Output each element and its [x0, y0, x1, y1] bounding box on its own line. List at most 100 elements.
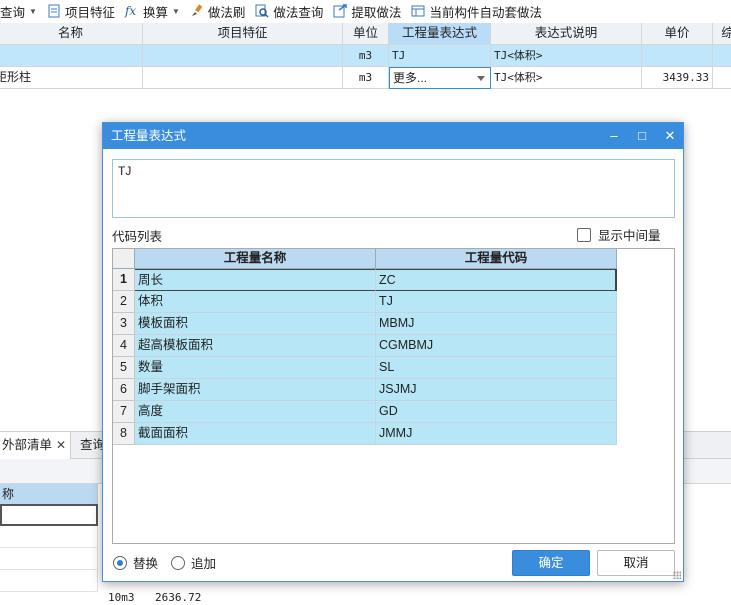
cancel-button[interactable]: 取消 — [597, 550, 675, 576]
method-query-label: 做法查询 — [273, 5, 324, 20]
bottom-row[interactable] — [0, 526, 98, 548]
bottom-col-header[interactable]: 称 — [0, 484, 98, 504]
cell-name[interactable] — [0, 45, 143, 67]
row-number[interactable]: 6 — [113, 379, 135, 401]
grid-header-row: 名称 项目特征 单位 工程量表达式 表达式说明 单价 综 — [0, 23, 731, 45]
bottom-unit: 10m3 — [108, 591, 135, 604]
item-feature-label: 项目特征 — [64, 5, 115, 20]
extract-method-button[interactable]: 提取做法 — [329, 0, 407, 22]
quantity-code-cell[interactable]: GD — [376, 401, 617, 423]
maximize-icon[interactable]: □ — [631, 123, 653, 149]
close-icon[interactable]: ✕ — [56, 438, 66, 452]
minimize-icon[interactable]: – — [603, 123, 625, 149]
col-header-quantity-code[interactable]: 工程量代码 — [376, 249, 617, 269]
bottom-price: 2636.72 — [155, 591, 202, 604]
radio-dot[interactable] — [171, 555, 185, 570]
quantity-code-cell[interactable]: JSJMJ — [376, 379, 617, 401]
quantity-code-cell[interactable]: ZC — [376, 269, 617, 291]
checkbox-label: 显示中间量 — [598, 229, 661, 243]
cell-expr[interactable]: TJ — [389, 45, 491, 67]
row-number[interactable]: 1 — [113, 269, 135, 291]
ok-button[interactable]: 确定 — [512, 550, 590, 576]
cell-extra[interactable] — [713, 67, 731, 89]
row-number-header — [113, 249, 135, 269]
table-row[interactable]: 矩形柱 m3 更多... TJ<体积> 3439.33 — [0, 67, 731, 89]
close-icon[interactable]: ✕ — [659, 123, 681, 149]
col-header-unit[interactable]: 单位 — [343, 23, 389, 45]
cell-desc[interactable]: TJ<体积> — [491, 67, 642, 89]
table-row[interactable]: m3 TJ TJ<体积> — [0, 45, 731, 67]
auto-apply-button[interactable]: 当前构件自动套做法 — [407, 0, 548, 22]
method-query-button[interactable]: 做法查询 — [251, 0, 329, 22]
cell-extra[interactable] — [713, 45, 731, 67]
quantity-code-cell[interactable]: SL — [376, 357, 617, 379]
extract-icon — [333, 4, 348, 18]
col-header-expr[interactable]: 工程量表达式 — [389, 23, 491, 45]
cell-feature[interactable] — [143, 67, 343, 89]
chevron-down-icon: ▼ — [171, 6, 180, 16]
cell-unit[interactable]: m3 — [343, 45, 389, 67]
resize-grip-icon[interactable] — [673, 571, 681, 579]
bottom-row-selected[interactable] — [0, 504, 98, 526]
quantity-code-cell[interactable]: JMMJ — [376, 423, 617, 445]
checkbox-box[interactable] — [577, 227, 591, 242]
brush-icon — [190, 4, 204, 18]
row-number[interactable]: 3 — [113, 313, 135, 335]
cell-unit[interactable]: m3 — [343, 67, 389, 89]
quantity-name-cell[interactable]: 超高模板面积 — [135, 335, 376, 357]
show-intermediate-checkbox[interactable]: 显示中间量 — [577, 225, 661, 244]
append-radio[interactable]: 追加 — [171, 553, 216, 572]
row-number[interactable]: 7 — [113, 401, 135, 423]
cell-desc[interactable]: TJ<体积> — [491, 45, 642, 67]
search-document-icon — [255, 4, 269, 18]
col-header-quantity-name[interactable]: 工程量名称 — [135, 249, 376, 269]
bottom-row[interactable] — [0, 570, 98, 592]
expression-dialog: 工程量表达式 – □ ✕ TJ 代码列表 显示中间量 工程量名称 工程量代码 1… — [102, 122, 684, 582]
col-header-price[interactable]: 单价 — [642, 23, 713, 45]
expr-combobox[interactable]: 更多... — [389, 67, 491, 89]
cell-feature[interactable] — [143, 45, 343, 67]
row-number[interactable]: 5 — [113, 357, 135, 379]
quantity-name-cell[interactable]: 高度 — [135, 401, 376, 423]
dropdown-arrow-icon[interactable] — [477, 76, 485, 81]
radio-dot-selected[interactable] — [113, 555, 127, 570]
auto-apply-icon — [411, 4, 425, 18]
cell-price[interactable] — [642, 45, 713, 67]
quantity-name-cell[interactable]: 周长 — [135, 269, 376, 291]
row-number[interactable]: 2 — [113, 291, 135, 313]
replace-radio[interactable]: 替换 — [113, 553, 158, 572]
item-feature-button[interactable]: 项目特征 — [43, 0, 121, 22]
extract-method-label: 提取做法 — [351, 5, 402, 20]
quantity-name-cell[interactable]: 体积 — [135, 291, 376, 313]
fx-icon: fx — [124, 4, 137, 18]
quantity-name-cell[interactable]: 数量 — [135, 357, 376, 379]
tab-external-list[interactable]: 外部清单 ✕ — [0, 432, 72, 459]
convert-button[interactable]: fx 换算 ▼ — [121, 0, 186, 22]
quantity-name-cell[interactable]: 脚手架面积 — [135, 379, 376, 401]
method-brush-button[interactable]: 做法刷 — [186, 0, 252, 22]
radio-label: 替换 — [133, 557, 159, 571]
chevron-down-icon: ▼ — [29, 6, 37, 16]
quantity-name-cell[interactable]: 模板面积 — [135, 313, 376, 335]
cell-name[interactable]: 矩形柱 — [0, 67, 143, 89]
query-button[interactable]: 查询 ▼ — [0, 0, 43, 22]
col-header-feature[interactable]: 项目特征 — [143, 23, 343, 45]
code-list-label: 代码列表 — [112, 230, 163, 244]
col-header-desc[interactable]: 表达式说明 — [491, 23, 642, 45]
quantity-name-cell[interactable]: 截面面积 — [135, 423, 376, 445]
bottom-row[interactable] — [0, 548, 98, 570]
query-label: 查询 — [0, 5, 26, 20]
toolbar: 查询 ▼ 项目特征 fx 换算 ▼ 做法刷 做法查询 提取做法 当前构件自动套做… — [0, 0, 731, 22]
quantity-code-cell[interactable]: TJ — [376, 291, 617, 313]
code-table: 工程量名称 工程量代码 1 周长 ZC 2 体积 TJ 3 模板面积 MBMJ 4 超高模板面积 CG… — [112, 248, 675, 544]
cell-price[interactable]: 3439.33 — [642, 67, 713, 89]
auto-apply-label: 当前构件自动套做法 — [429, 5, 542, 20]
expression-input[interactable]: TJ — [112, 159, 675, 218]
row-number[interactable]: 8 — [113, 423, 135, 445]
quantity-code-cell[interactable]: CGMBMJ — [376, 335, 617, 357]
col-header-extra[interactable]: 综 — [713, 23, 731, 45]
convert-label: 换算 — [142, 5, 168, 20]
row-number[interactable]: 4 — [113, 335, 135, 357]
col-header-name[interactable]: 名称 — [0, 23, 143, 45]
quantity-code-cell[interactable]: MBMJ — [376, 313, 617, 335]
